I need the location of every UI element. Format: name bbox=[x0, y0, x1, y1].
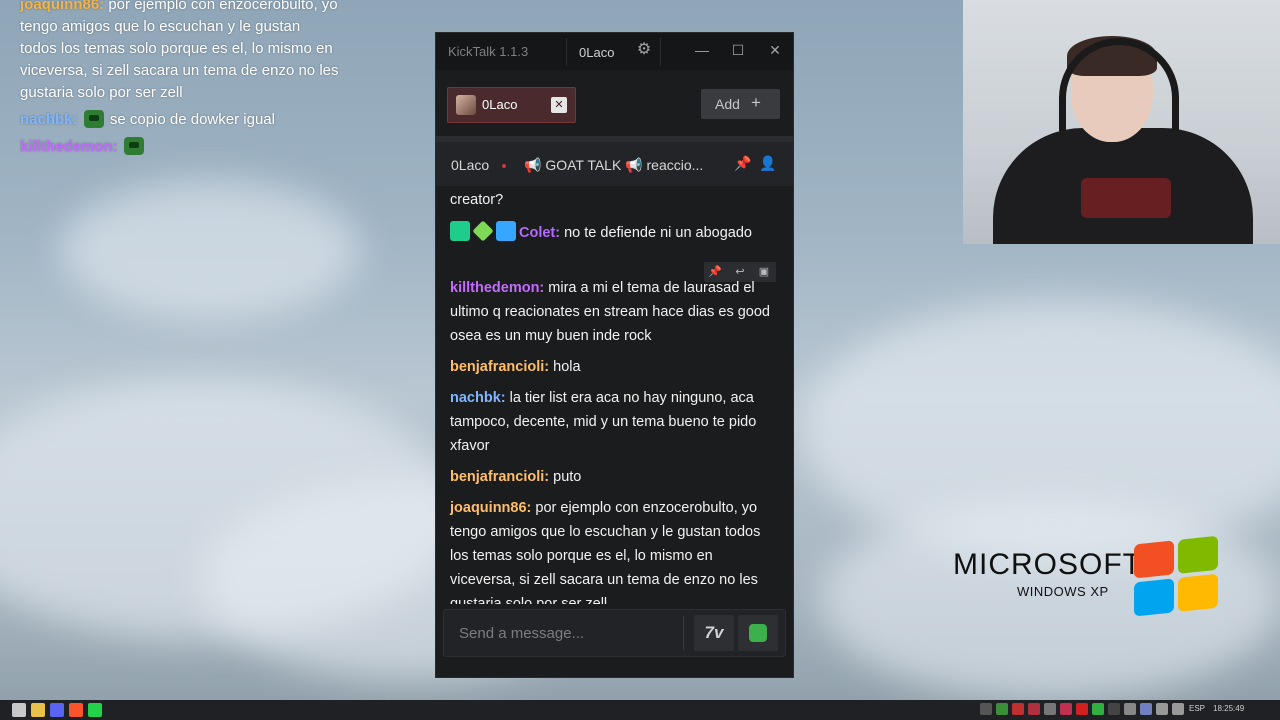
channel-header: 0Laco 📢 GOAT TALK 📢 reaccio... 📌 👤 bbox=[436, 142, 793, 186]
chat-username[interactable]: Colet: bbox=[519, 225, 560, 241]
plus-icon: + bbox=[751, 93, 761, 112]
message-text: hola bbox=[549, 359, 581, 375]
tray-icon[interactable] bbox=[1092, 703, 1104, 715]
add-channel-button[interactable]: Add + bbox=[701, 89, 780, 119]
webcam-feed bbox=[963, 0, 1280, 244]
chat-messages[interactable]: creator? Colet: no te defiende ni un abo… bbox=[436, 186, 793, 604]
overlay-text: por ejemplo con enzocerobulto, yo tengo … bbox=[20, 0, 339, 101]
file-explorer-icon[interactable] bbox=[31, 703, 45, 717]
discord-icon[interactable] bbox=[50, 703, 64, 717]
badge-icon bbox=[472, 220, 494, 242]
kicktalk-window: KickTalk 1.1.3 0Laco ⚙ — ☐ ✕ 0Laco ✕ Add… bbox=[435, 32, 794, 678]
chat-message: benjafrancioli: puto bbox=[450, 465, 775, 489]
chat-message: killthedemon: mira a mi el tema de laura… bbox=[450, 276, 775, 348]
windows-xp-logo: MICROSOFT WINDOWS XP bbox=[953, 548, 1142, 599]
tray-icon[interactable] bbox=[1076, 703, 1088, 715]
kicktalk-icon[interactable] bbox=[88, 703, 102, 717]
logo-product: WINDOWS XP bbox=[1017, 584, 1109, 599]
start-icon[interactable] bbox=[12, 703, 26, 717]
divider bbox=[683, 616, 684, 650]
add-label: Add bbox=[715, 96, 740, 112]
chat-username[interactable]: benjafrancioli: bbox=[450, 469, 549, 485]
clock[interactable]: 18:25:49 bbox=[1213, 704, 1244, 713]
background-cloud bbox=[60, 180, 360, 320]
overlay-username: joaquinn86: bbox=[20, 0, 105, 13]
language-indicator[interactable]: ESP bbox=[1189, 704, 1205, 713]
brave-icon[interactable] bbox=[69, 703, 83, 717]
overlay-username: nachbk: bbox=[20, 111, 78, 128]
chat-username[interactable]: nachbk: bbox=[450, 390, 506, 406]
chat-username[interactable]: joaquinn86: bbox=[450, 500, 531, 516]
account-username: 0Laco bbox=[579, 45, 615, 60]
app-title: KickTalk 1.1.3 bbox=[448, 44, 529, 59]
chat-username[interactable]: killthedemon: bbox=[450, 280, 544, 296]
chat-username[interactable]: benjafrancioli: bbox=[450, 359, 549, 375]
overlay-username: killthedemon: bbox=[20, 138, 118, 155]
tray-icon[interactable] bbox=[1124, 703, 1136, 715]
emote-icon bbox=[123, 137, 144, 155]
tray-icon[interactable] bbox=[1012, 703, 1024, 715]
chat-message: benjafrancioli: hola bbox=[450, 355, 775, 379]
taskbar: ESP 18:25:49 bbox=[0, 700, 1280, 720]
tray-icon[interactable] bbox=[1044, 703, 1056, 715]
close-button[interactable]: ✕ bbox=[767, 42, 783, 58]
stream-title: 📢 GOAT TALK 📢 reaccio... bbox=[524, 157, 704, 173]
badge-icon bbox=[496, 221, 516, 241]
tray-icon[interactable] bbox=[1028, 703, 1040, 715]
kicktalk-emotes-button[interactable]: 7v bbox=[694, 615, 734, 651]
emote-icon bbox=[749, 624, 767, 642]
volume-icon[interactable] bbox=[1156, 703, 1168, 715]
tray-icon[interactable] bbox=[1060, 703, 1072, 715]
message-text: puto bbox=[549, 469, 582, 485]
emote-picker-button[interactable] bbox=[738, 615, 778, 651]
channel-tabs: 0Laco ✕ Add + bbox=[436, 70, 793, 136]
tray-icon[interactable] bbox=[996, 703, 1008, 715]
chat-message: creator? bbox=[450, 188, 775, 212]
settings-gear-icon[interactable]: ⚙ bbox=[635, 41, 653, 59]
overlay-message: killthedemon: bbox=[20, 136, 340, 158]
live-indicator-icon bbox=[502, 164, 506, 168]
overlay-message: nachbk: se copio de dowker igual bbox=[20, 109, 340, 131]
windows-flag-icon bbox=[1134, 535, 1220, 620]
chat-message: Colet: no te defiende ni un abogado bbox=[450, 220, 775, 249]
logo-brand: MICROSOFT bbox=[953, 548, 1142, 581]
message-input-bar: Send a message... 7v bbox=[443, 609, 786, 657]
message-text: creator? bbox=[450, 192, 504, 208]
user-badges bbox=[450, 220, 519, 249]
title-bar[interactable]: KickTalk 1.1.3 0Laco ⚙ — ☐ ✕ bbox=[436, 33, 793, 70]
emote-icon bbox=[83, 110, 104, 128]
overlay-text: se copio de dowker igual bbox=[109, 111, 275, 128]
badge-icon bbox=[450, 221, 470, 241]
minimize-button[interactable]: — bbox=[694, 42, 710, 58]
tray-icon[interactable] bbox=[980, 703, 992, 715]
chat-message: joaquinn86: por ejemplo con enzocerobult… bbox=[450, 496, 775, 604]
tab-0laco[interactable]: 0Laco ✕ bbox=[447, 87, 576, 123]
shirt-print bbox=[1081, 178, 1171, 218]
tray-icon[interactable] bbox=[1140, 703, 1152, 715]
network-icon[interactable] bbox=[1172, 703, 1184, 715]
tab-label: 0Laco bbox=[482, 97, 518, 112]
chat-message: nachbk: la tier list era aca no hay ning… bbox=[450, 386, 775, 458]
message-input[interactable]: Send a message... bbox=[459, 625, 584, 642]
user-icon[interactable]: 👤 bbox=[759, 155, 776, 172]
overlay-message: joaquinn86: por ejemplo con enzocerobult… bbox=[20, 0, 340, 104]
maximize-button[interactable]: ☐ bbox=[730, 42, 746, 58]
pin-icon[interactable]: 📌 bbox=[734, 155, 751, 172]
channel-name: 0Laco bbox=[451, 157, 490, 173]
tray-icon[interactable] bbox=[1108, 703, 1120, 715]
tab-close-icon[interactable]: ✕ bbox=[551, 97, 567, 113]
message-text: no te defiende ni un abogado bbox=[560, 225, 752, 241]
stream-chat-overlay: joaquinn86: por ejemplo con enzocerobult… bbox=[20, 0, 340, 163]
avatar bbox=[456, 95, 476, 115]
